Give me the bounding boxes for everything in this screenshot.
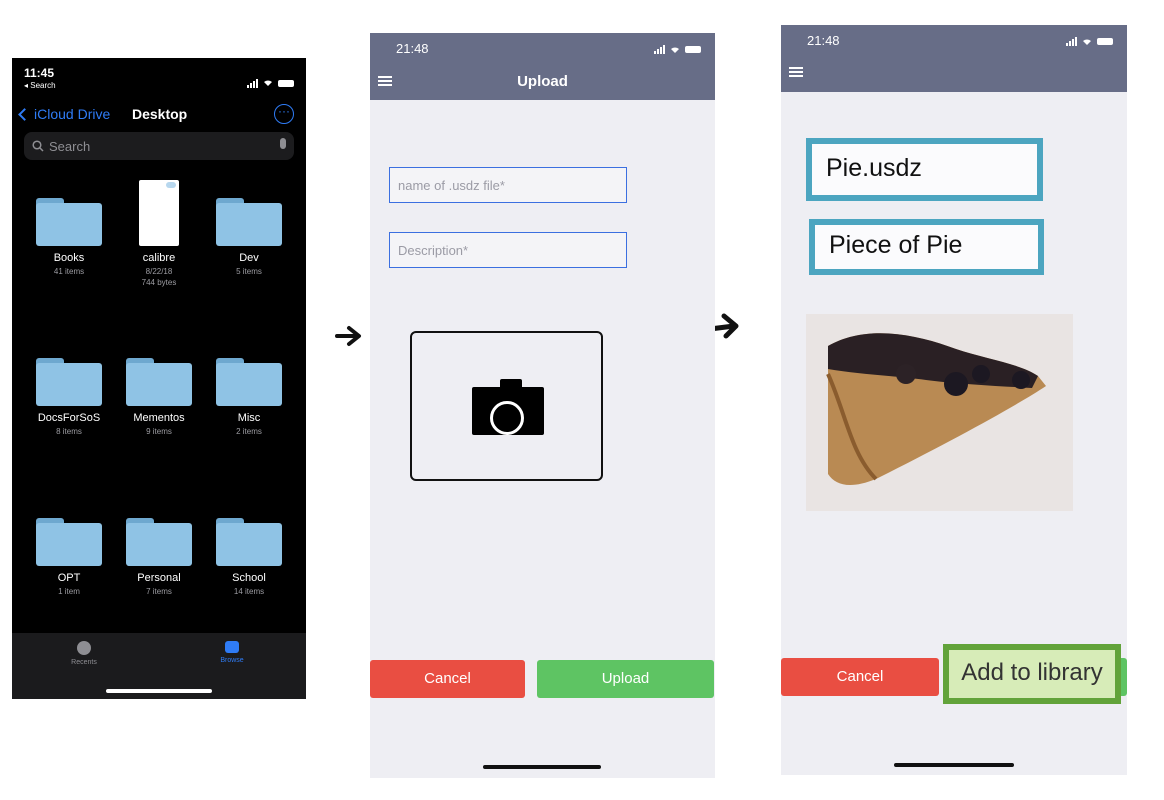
item-meta: 8/22/18 — [145, 267, 173, 276]
description-input[interactable]: Description* — [389, 232, 627, 268]
folder-icon — [216, 196, 282, 246]
item-name: School — [232, 572, 266, 584]
folder-item[interactable]: DocsForSoS 8 items — [24, 356, 114, 437]
battery-icon — [278, 79, 294, 87]
item-name: Books — [53, 252, 85, 264]
folder-icon — [36, 356, 102, 406]
wifi-icon — [262, 74, 274, 92]
description-placeholder: Description* — [398, 243, 469, 258]
folder-icon — [216, 356, 282, 406]
microphone-icon[interactable] — [280, 138, 286, 149]
photo-picker[interactable] — [410, 331, 603, 481]
item-meta: 9 items — [146, 427, 172, 436]
app-header: 21:48 Upload — [370, 33, 715, 100]
folder-item[interactable]: Personal 7 items — [114, 516, 204, 597]
folder-icon — [225, 641, 239, 653]
add-to-library-button[interactable]: Add to library — [943, 644, 1121, 704]
item-meta: 2 items — [236, 427, 262, 436]
folder-icon — [36, 196, 102, 246]
document-icon — [139, 180, 179, 246]
item-meta: 5 items — [236, 267, 262, 276]
camera-icon — [470, 379, 546, 439]
item-meta: 8 items — [56, 427, 82, 436]
icloud-download-icon — [166, 182, 176, 188]
folder-item[interactable]: School 14 items — [204, 516, 294, 597]
item-meta: 7 items — [146, 587, 172, 596]
search-icon — [32, 140, 44, 152]
folder-item[interactable]: Books 41 items — [24, 196, 114, 277]
page-title: Desktop — [132, 106, 188, 122]
document-item[interactable]: calibre 8/22/18 744 bytes — [114, 180, 204, 288]
folder-item[interactable]: Mementos 9 items — [114, 356, 204, 437]
back-button-label: iCloud Drive — [34, 106, 111, 122]
tab-label: Browse — [220, 657, 244, 664]
status-time: 11:45 — [24, 66, 55, 80]
tab-recents[interactable]: Recents — [54, 641, 114, 666]
navigation-bar: iCloud Drive Desktop ··· — [12, 104, 306, 128]
folder-icon — [126, 356, 192, 406]
wifi-icon — [671, 47, 679, 53]
tab-bar: Recents Browse — [12, 633, 306, 699]
back-to-app-link[interactable]: ◂ Search — [24, 81, 56, 90]
description-field[interactable]: Piece of Pie — [809, 219, 1044, 275]
signal-icon — [1066, 37, 1077, 46]
home-indicator[interactable] — [483, 765, 601, 769]
item-name: OPT — [57, 572, 81, 584]
search-input[interactable]: Search — [24, 132, 294, 160]
folder-item[interactable]: Dev 5 items — [204, 196, 294, 277]
search-placeholder: Search — [49, 138, 91, 154]
item-name: DocsForSoS — [37, 412, 101, 424]
item-name: Misc — [237, 412, 261, 424]
item-name: calibre — [142, 252, 176, 264]
folder-item[interactable]: OPT 1 item — [24, 516, 114, 597]
add-to-library-screen: 21:48 Pie.usdz Piece of Pie Cancel Add t… — [781, 25, 1127, 775]
flow-arrow-icon — [335, 318, 363, 357]
folder-icon — [216, 516, 282, 566]
upload-button[interactable]: Upload — [537, 660, 714, 698]
battery-icon — [1097, 38, 1113, 45]
status-icons — [247, 74, 294, 92]
item-name: Mementos — [133, 412, 185, 424]
clock-icon — [77, 641, 91, 655]
battery-icon — [685, 46, 701, 53]
home-indicator[interactable] — [106, 689, 212, 693]
back-button[interactable]: iCloud Drive — [18, 106, 111, 122]
tab-browse[interactable]: Browse — [202, 641, 262, 664]
app-header: 21:48 — [781, 25, 1127, 92]
tab-label: Recents — [71, 659, 97, 666]
home-indicator[interactable] — [894, 763, 1014, 767]
file-name-placeholder: name of .usdz file* — [398, 178, 505, 193]
item-name: Personal — [137, 572, 181, 584]
page-title: Upload — [517, 73, 568, 90]
item-size: 744 bytes — [141, 278, 177, 287]
wifi-icon — [1083, 39, 1091, 45]
signal-icon — [654, 45, 665, 54]
status-icons — [1066, 37, 1113, 46]
files-app-screen: 11:45 ◂ Search iCloud Drive Desktop ··· … — [12, 58, 306, 699]
folder-icon — [36, 516, 102, 566]
item-name: Dev — [239, 252, 259, 264]
status-icons — [654, 45, 701, 54]
menu-icon[interactable] — [789, 67, 803, 77]
cancel-button[interactable]: Cancel — [781, 658, 939, 696]
file-name-field[interactable]: Pie.usdz — [806, 138, 1043, 201]
signal-icon — [247, 78, 258, 88]
item-meta: 14 items — [233, 587, 265, 596]
folder-item[interactable]: Misc 2 items — [204, 356, 294, 437]
status-time: 21:48 — [807, 33, 840, 48]
cancel-button[interactable]: Cancel — [370, 660, 525, 698]
status-time: 21:48 — [396, 41, 429, 56]
item-meta: 41 items — [53, 267, 85, 276]
folder-icon — [126, 516, 192, 566]
pie-photo — [806, 314, 1073, 511]
chevron-left-icon — [18, 107, 31, 121]
more-options-icon[interactable]: ··· — [274, 104, 294, 124]
file-name-input[interactable]: name of .usdz file* — [389, 167, 627, 203]
status-bar: 11:45 ◂ Search — [24, 66, 56, 90]
upload-screen: 21:48 Upload name of .usdz file* Descrip… — [370, 33, 715, 778]
item-meta: 1 item — [58, 587, 80, 596]
